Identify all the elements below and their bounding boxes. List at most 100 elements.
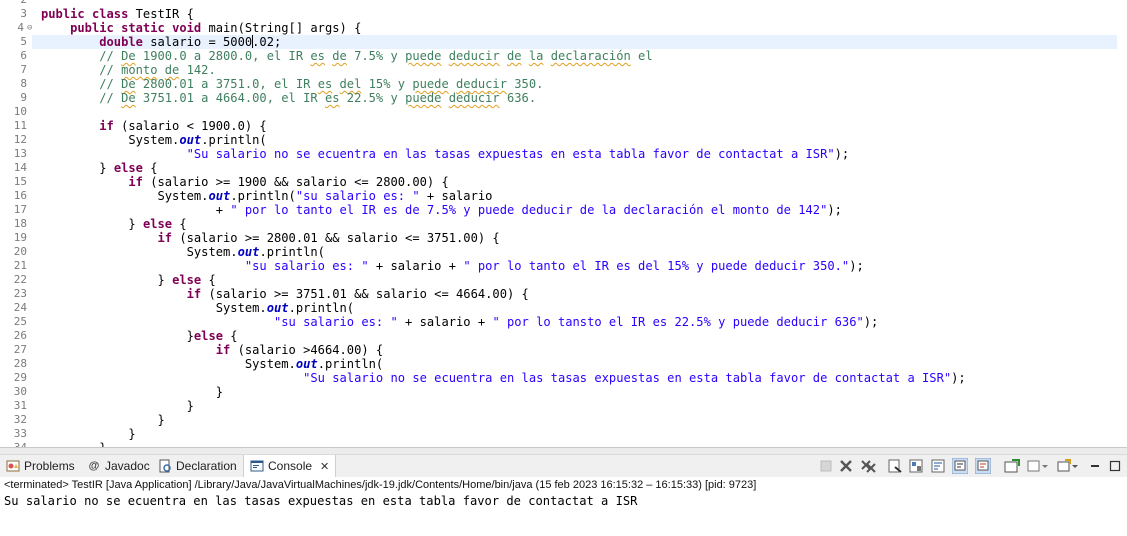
code-line[interactable]: "su salario es: " + salario + " por lo t… [41,259,864,273]
console-output-line: Su salario no se ecuentra en las tasas e… [4,494,638,508]
tab-console[interactable]: Console ✕ [243,455,337,477]
code-text: { [201,273,216,287]
keyword: else [142,217,173,231]
code-line[interactable]: if (salario >= 1900 && salario <= 2800.0… [41,175,449,189]
word-wrap-icon[interactable] [930,458,946,474]
code-line[interactable]: } [41,399,194,413]
close-icon[interactable]: ✕ [320,460,329,473]
maximize-icon[interactable] [1107,458,1123,474]
comment-line[interactable]: // monto de 142. [41,63,216,77]
panel-sash[interactable] [0,447,1127,455]
code-text: } [215,385,224,399]
code-text: System. [157,189,209,203]
tab-javadoc[interactable]: @ Javadoc [87,455,150,477]
code-line[interactable]: } else { [41,217,186,231]
code-text: } [157,413,165,427]
code-line[interactable]: double salario = 5000.02; [41,35,281,49]
code-line[interactable]: "Su salario no se ecuentra en las tasas … [41,147,850,161]
comment-text [449,77,456,91]
code-text: System. [244,357,296,371]
comment-line[interactable]: // De 1900.0 a 2800.0, el IR es de 7.5% … [41,49,653,63]
line-number: 19 [13,231,27,244]
comment-line[interactable]: // De 2800.01 a 3751.0, el IR es del 15%… [41,77,543,91]
comment-line[interactable]: // De 3751.01 a 4664.00, el IR es 22.5% … [41,91,536,105]
spellcheck-word: puede [412,77,449,91]
string-literal: "su salario es: " [244,259,369,273]
code-text: ); [849,259,864,273]
code-line[interactable]: System.out.println( [41,301,354,315]
code-text: .println( [317,357,384,371]
keyword: if [99,119,114,133]
remove-launch-icon[interactable] [838,458,854,474]
line-number: 10 [13,105,27,118]
keyword: void [172,21,202,35]
comment-text: // [99,77,122,91]
display-console-dropdown-icon[interactable] [1027,458,1049,474]
code-line[interactable]: } [41,427,135,441]
code-line[interactable]: if (salario >= 2800.01 && salario <= 375… [41,231,500,245]
code-text: } [128,217,143,231]
minimize-icon[interactable] [1087,458,1103,474]
console-icon [250,459,264,473]
line-number: 5 [20,35,27,48]
spellcheck-word: es [324,91,340,105]
string-literal: "Su salario no se ecuentra en las tasas … [186,147,835,161]
spellcheck-word: de [332,49,347,63]
fold-collapse-icon[interactable]: ⊖ [27,21,32,35]
code-text: { [142,161,158,175]
code-line[interactable]: if (salario >= 3751.01 && salario <= 466… [41,287,529,301]
code-editor[interactable]: 2 3 4 ⊖ 5 6 7 8 9 10 11 12 13 14 15 16 1… [0,0,1127,447]
line-number: 18 [13,217,27,230]
code-text: .println( [230,189,296,203]
open-console-dropdown-icon[interactable] [1057,458,1079,474]
scroll-lock-icon[interactable] [908,458,924,474]
code-line[interactable]: } [41,413,165,427]
code-line[interactable]: } else { [41,161,158,175]
comment-text: el [630,49,653,63]
remove-all-terminated-icon[interactable] [860,458,876,474]
stop-icon[interactable] [818,458,834,474]
code-line[interactable]: public class TestIR { [41,7,194,21]
code-text: (salario >= 1900 && salario <= 2800.00) … [142,175,449,189]
pin-console-icon[interactable] [1004,458,1020,474]
line-number: 2 [0,0,27,7]
tab-declaration[interactable]: Declaration [158,455,237,477]
code-line[interactable]: System.out.println( [41,245,325,259]
line-number: 3 [20,7,27,20]
code-text: System. [215,301,267,315]
code-line[interactable]: if (salario >4664.00) { [41,343,383,357]
code-line[interactable]: System.out.println("su salario es: " + s… [41,189,493,203]
line-number: 13 [13,147,27,160]
code-line[interactable]: "Su salario no se ecuentra en las tasas … [41,371,966,385]
code-line[interactable]: }else { [41,329,238,343]
spellcheck-word: es [317,77,333,91]
line-number: 21 [13,259,27,272]
code-line[interactable]: System.out.println( [41,357,383,371]
clear-console-icon[interactable] [887,458,903,474]
show-on-stderr-icon[interactable] [975,458,991,474]
code-text: (salario >= 3751.01 && salario <= 4664.0… [201,287,529,301]
tab-label: Problems [24,459,75,473]
code-line[interactable]: if (salario < 1900.0) { [41,119,266,133]
show-on-stdout-icon[interactable] [952,458,968,474]
code-text: ); [834,147,850,161]
console-output-area[interactable]: Su salario no se ecuentra en las tasas e… [0,493,1127,536]
code-line[interactable]: public static void main(String[] args) { [41,21,361,35]
line-number: 25 [13,315,27,328]
code-line[interactable]: "su salario es: " + salario + " por lo t… [41,315,878,329]
code-text: + salario + [368,259,464,273]
tab-label: Declaration [176,459,237,473]
code-line[interactable]: } [41,385,223,399]
code-line[interactable]: System.out.println( [41,133,266,147]
keyword: if [128,175,143,189]
tab-problems[interactable]: Problems [6,455,75,477]
comment-text: // [99,63,122,77]
code-text: System. [128,133,180,147]
comment-text [500,49,507,63]
keyword: else [172,273,202,287]
comment-text: 1900.0 a 2800.0, el IR [135,49,311,63]
code-line[interactable]: + " por lo tanto el IR es de 7.5% y pued… [41,203,842,217]
console-process-status: <terminated> TestIR [Java Application] /… [0,477,1127,493]
spellcheck-word: deducir [448,91,500,105]
code-line[interactable]: } else { [41,273,216,287]
